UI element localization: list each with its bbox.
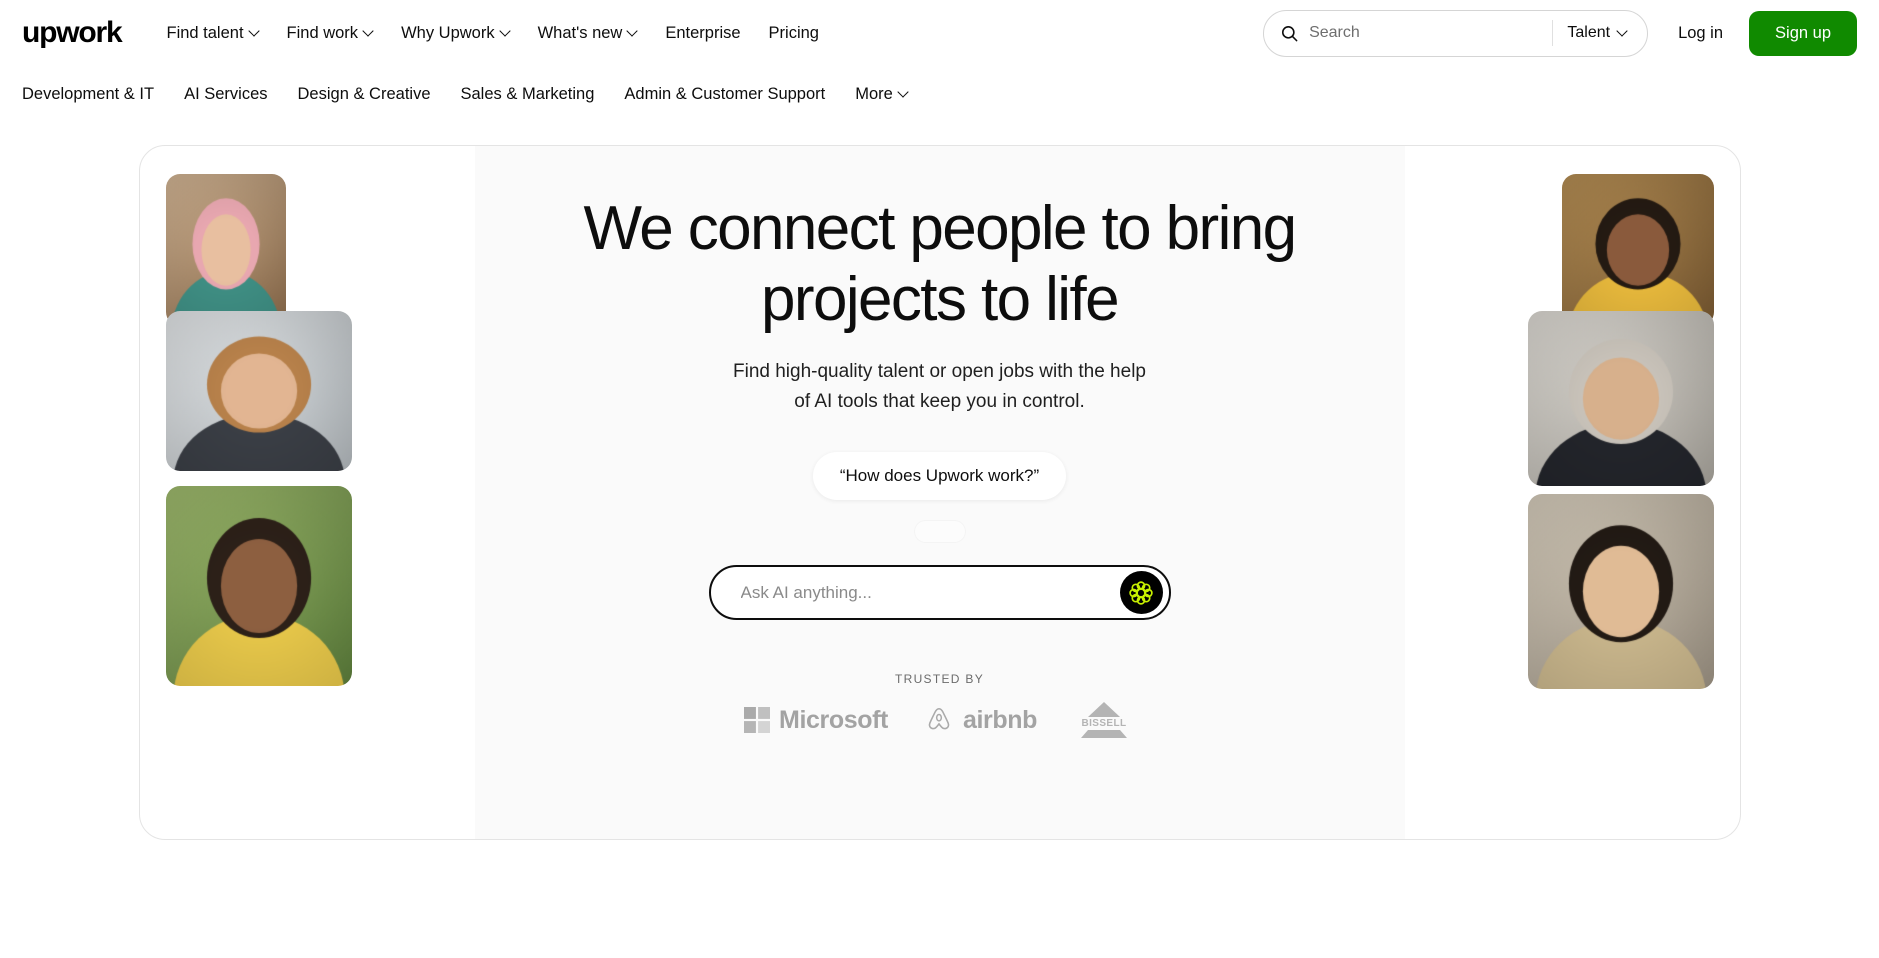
chevron-down-icon: [628, 27, 637, 36]
category-navigation: Development & IT AI Services Design & Cr…: [0, 66, 1879, 123]
subnav-item-admin-customer-support[interactable]: Admin & Customer Support: [624, 85, 825, 104]
bissell-brand: BISSELL: [1073, 700, 1135, 740]
search-scope-dropdown[interactable]: Talent: [1567, 24, 1641, 42]
ask-ai-bar[interactable]: [708, 565, 1171, 621]
search-bar[interactable]: Talent: [1263, 9, 1649, 57]
chevron-down-icon: [899, 88, 908, 97]
brand-logo-list: Microsoft airbnb BISSELL: [744, 700, 1135, 740]
search-input[interactable]: [1309, 24, 1549, 42]
upwork-logo[interactable]: upwork: [22, 18, 123, 48]
airbnb-logo: [928, 708, 950, 730]
nav-label: What's new: [537, 23, 623, 42]
subnav-label: AI Services: [184, 85, 268, 103]
brand-label: Microsoft: [779, 705, 888, 734]
nav-label: Pricing: [768, 23, 819, 42]
subnav-label: Sales & Marketing: [460, 85, 595, 103]
bissell-logo: BISSELL: [1080, 702, 1127, 739]
trusted-by-section: TRUSTED BY Microsoft airbnb BISSELL: [744, 672, 1135, 740]
subnav-item-development-it[interactable]: Development & IT: [22, 85, 154, 104]
nav-label: Why Upwork: [401, 23, 495, 42]
hero-content: We connect people to bring projects to l…: [140, 146, 1740, 839]
microsoft-logo: [744, 707, 771, 734]
nav-item-find-work[interactable]: Find work: [287, 24, 374, 43]
signup-button[interactable]: Sign up: [1749, 10, 1857, 56]
search-icon: [1282, 25, 1298, 41]
hero-card: We connect people to bring projects to l…: [138, 145, 1741, 840]
ai-rosette-icon: [1129, 580, 1153, 605]
search-scope-label: Talent: [1567, 24, 1611, 41]
subnav-label: Admin & Customer Support: [624, 85, 826, 103]
airbnb-brand: airbnb: [924, 705, 1037, 735]
nav-label: Enterprise: [665, 23, 741, 42]
trusted-by-label: TRUSTED BY: [894, 672, 984, 687]
hero-subheadline: Find high-quality talent or open jobs wi…: [733, 361, 1146, 412]
subnav-item-more[interactable]: More: [855, 85, 908, 104]
chevron-down-icon: [250, 27, 259, 36]
subnav-label: Design & Creative: [297, 85, 431, 103]
login-link[interactable]: Log in: [1678, 24, 1723, 43]
chevron-down-icon: [364, 27, 373, 36]
brand-label: airbnb: [962, 705, 1037, 734]
chevron-down-icon: [1618, 27, 1627, 36]
microsoft-brand: Microsoft: [744, 706, 888, 735]
svg-text:BISSELL: BISSELL: [1081, 718, 1126, 729]
primary-navigation: Find talent Find work Why Upwork What's …: [166, 24, 819, 43]
subnav-item-sales-marketing[interactable]: Sales & Marketing: [461, 85, 595, 104]
suggestion-chip[interactable]: “How does Upwork work?”: [812, 452, 1067, 501]
header-actions: Talent Log in Sign up: [1263, 9, 1857, 57]
subnav-item-design-creative[interactable]: Design & Creative: [298, 85, 431, 104]
suggestion-chip-placeholder: [913, 520, 966, 544]
search-divider: [1552, 20, 1554, 46]
subnav-label: Development & IT: [22, 85, 155, 103]
ask-ai-input[interactable]: [740, 582, 1120, 603]
page-title: We connect people to bring projects to l…: [583, 194, 1297, 334]
nav-label: Find work: [286, 23, 359, 42]
nav-item-why-upwork[interactable]: Why Upwork: [401, 24, 510, 43]
subnav-item-ai-services[interactable]: AI Services: [184, 85, 267, 104]
nav-item-enterprise[interactable]: Enterprise: [665, 24, 740, 43]
nav-item-find-talent[interactable]: Find talent: [166, 24, 258, 43]
chevron-down-icon: [501, 27, 510, 36]
nav-item-pricing[interactable]: Pricing: [769, 24, 819, 43]
main-header: upwork Find talent Find work Why Upwork …: [0, 0, 1879, 66]
ask-ai-submit-button[interactable]: [1119, 571, 1163, 615]
nav-label: Find talent: [166, 23, 244, 42]
nav-item-whats-new[interactable]: What's new: [538, 24, 638, 43]
subnav-label: More: [855, 85, 893, 103]
